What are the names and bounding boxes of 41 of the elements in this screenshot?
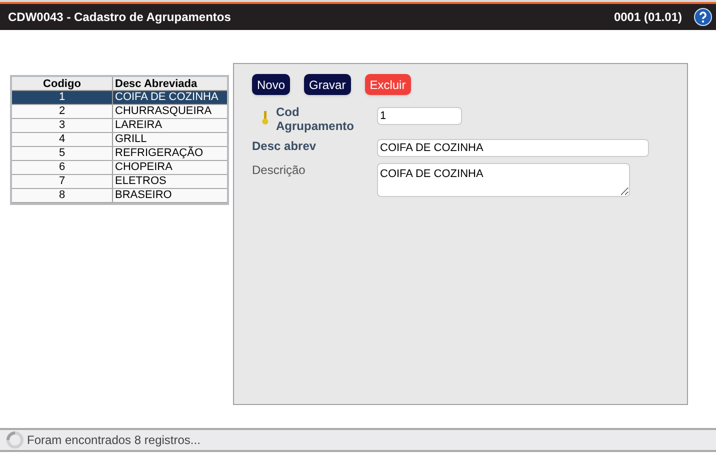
- status-text: Foram encontrados 8 registros...: [27, 432, 200, 449]
- table-cell-text: REFRIGERAÇÃO: [114, 147, 204, 160]
- table-cell: 5: [12, 147, 113, 160]
- column-header[interactable]: Desc Abreviada: [113, 77, 227, 91]
- table-cell: 3: [12, 119, 113, 132]
- table-cell-text: GRILL: [114, 133, 148, 146]
- field-label: Descrição: [252, 163, 306, 177]
- table-cell: 7: [12, 175, 113, 188]
- field-label: Cod Agrupamento: [276, 105, 355, 133]
- table-cell: 1: [12, 91, 113, 104]
- table-row[interactable]: 2 CHURRASQUEIRA: [12, 105, 227, 119]
- text-field[interactable]: 1: [377, 107, 462, 125]
- table-cell-text: CHURRASQUEIRA: [114, 105, 213, 118]
- table-row[interactable]: 7 ELETROS: [12, 175, 227, 189]
- table-cell-text: CHOPEIRA: [114, 161, 174, 174]
- help-icon[interactable]: [694, 8, 712, 26]
- table-row[interactable]: 6 CHOPEIRA: [12, 161, 227, 175]
- field-label: Desc abrev: [252, 139, 316, 153]
- table-cell: 4: [12, 133, 113, 146]
- window-title: CDW0043 - Cadastro de Agrupamentos: [8, 9, 231, 26]
- text-field[interactable]: COIFA DE COZINHA: [377, 139, 649, 157]
- table-cell: 2: [12, 105, 113, 118]
- table-row[interactable]: 3 LAREIRA: [12, 119, 227, 133]
- table-cell: 8: [12, 189, 113, 202]
- loading-spinner-icon: [6, 431, 24, 449]
- table-row[interactable]: 5 REFRIGERAÇÃO: [12, 147, 227, 161]
- column-header[interactable]: Codigo: [12, 77, 113, 91]
- table-row[interactable]: 8 BRASEIRO: [12, 189, 227, 203]
- table-cell: 6: [12, 161, 113, 174]
- table-row[interactable]: 1 COIFA DE COZINHA: [12, 91, 227, 105]
- key-icon: [261, 111, 269, 125]
- table-row[interactable]: 4 GRILL: [12, 133, 227, 147]
- action-button[interactable]: Gravar: [304, 74, 351, 95]
- table-cell-text: LAREIRA: [114, 119, 164, 132]
- action-button[interactable]: Excluir: [364, 74, 411, 95]
- action-button[interactable]: Novo: [252, 74, 290, 95]
- version-label: 0001 (01.01): [614, 9, 682, 26]
- table-cell-text: BRASEIRO: [114, 189, 173, 202]
- table-cell-text: ELETROS: [114, 175, 168, 188]
- table-cell-text: COIFA DE COZINHA: [114, 91, 220, 104]
- description-field[interactable]: COIFA DE COZINHA: [377, 163, 630, 197]
